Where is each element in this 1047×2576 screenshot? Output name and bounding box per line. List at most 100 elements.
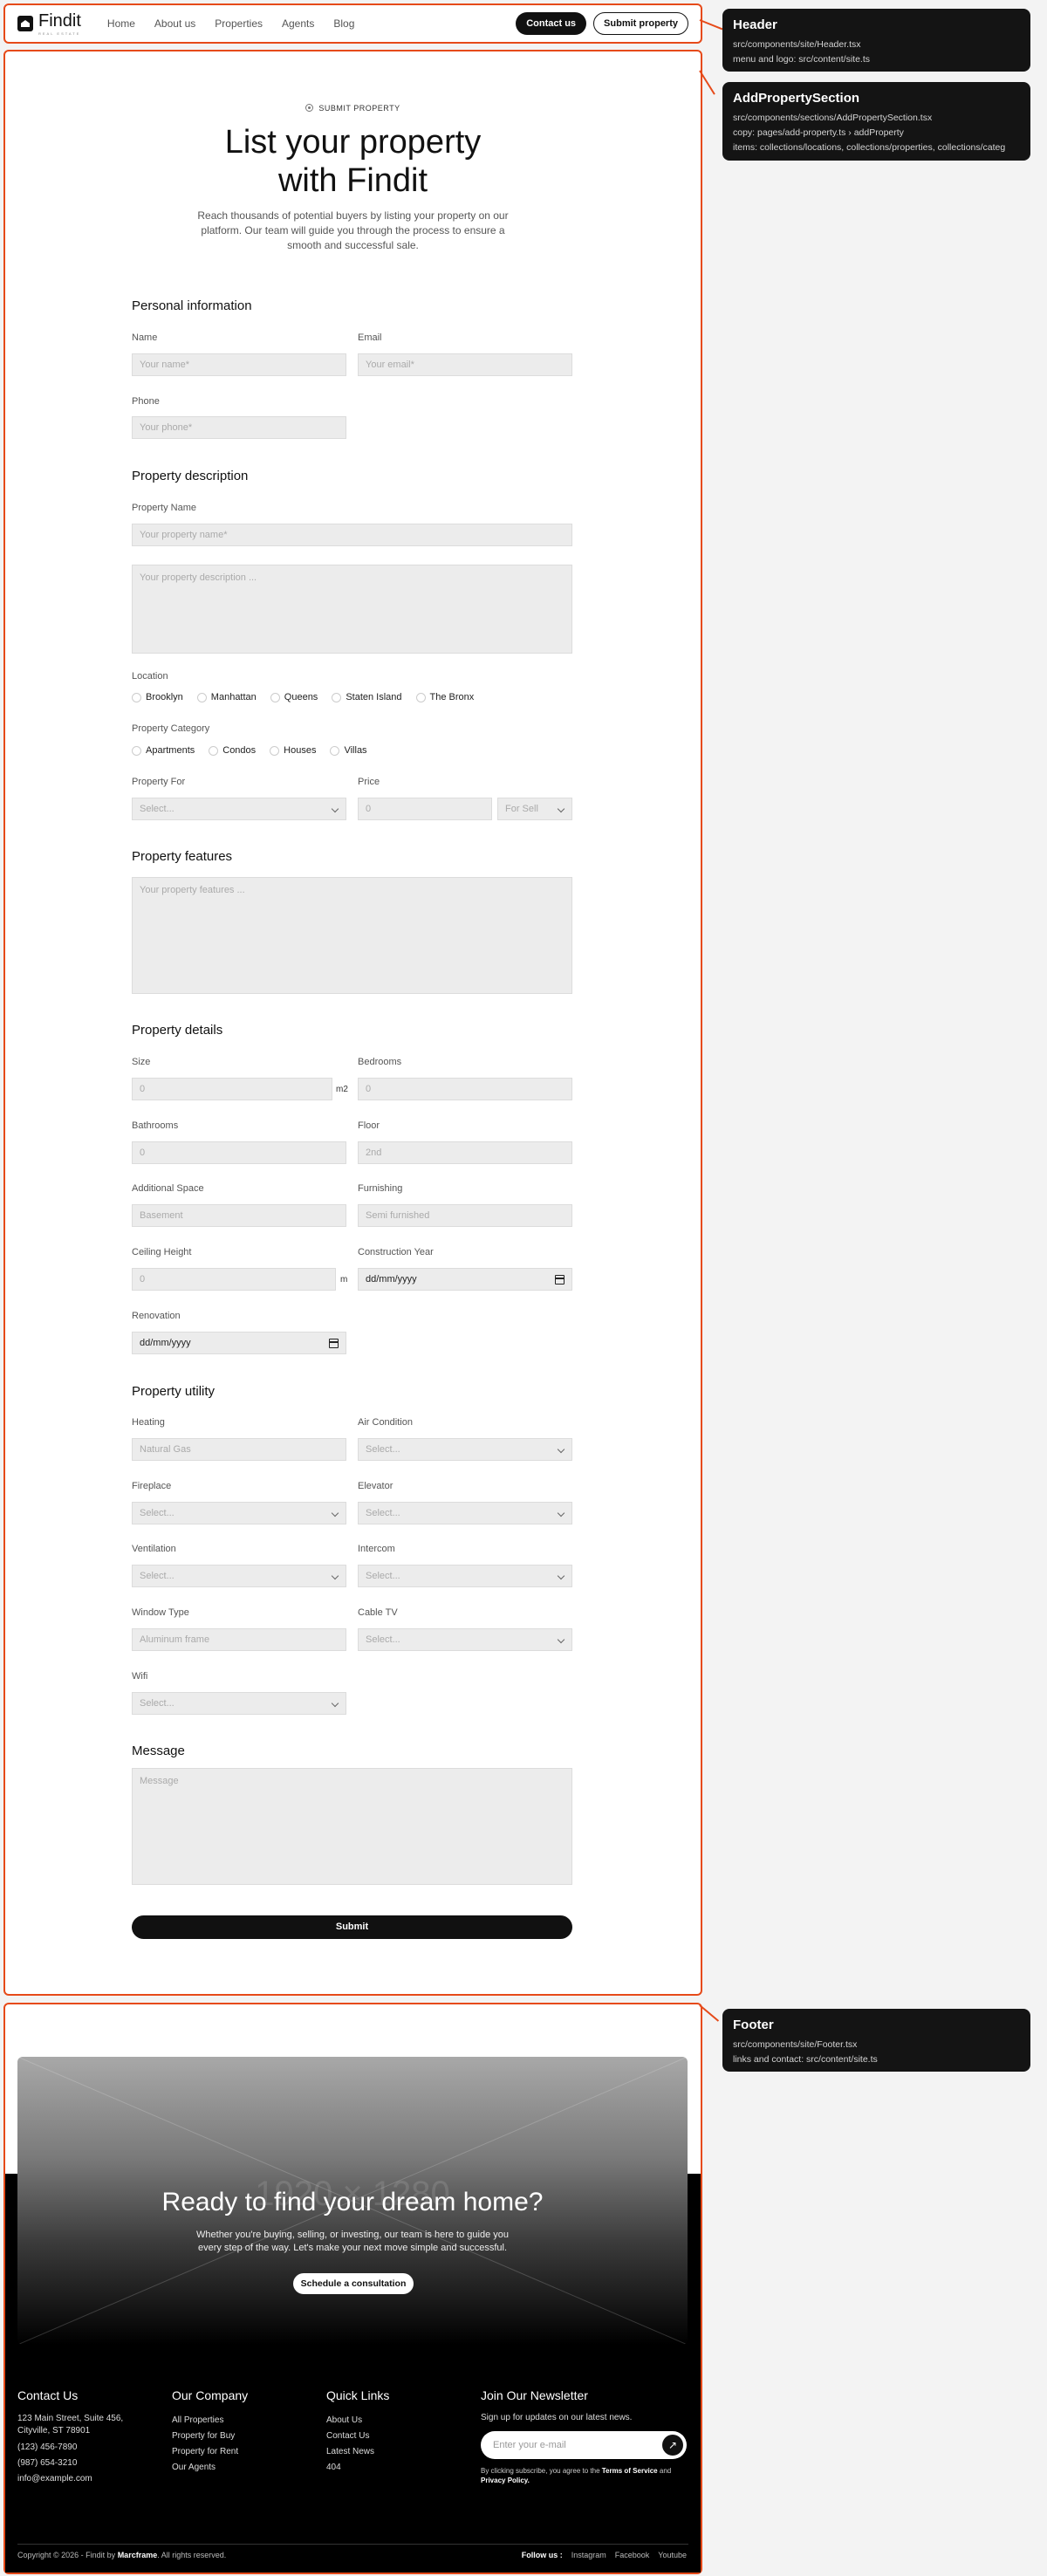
footer-heading: Quick Links [326, 2388, 390, 2402]
privacy-link[interactable]: Privacy Policy. [481, 2477, 530, 2484]
page-intro: Reach thousands of potential buyers by l… [197, 209, 509, 251]
submit-property-button[interactable]: Submit property [593, 12, 688, 35]
phone-label: Phone [132, 396, 160, 407]
cta-text: Whether you're buying, selling, or inves… [196, 2230, 509, 2253]
footer-quick-links: Quick Links About Us Contact Us Latest N… [326, 2388, 389, 2476]
furnishing-input[interactable]: Semi furnished [358, 1204, 572, 1227]
additional-space-input[interactable]: Basement [132, 1204, 346, 1227]
property-name-input[interactable]: Your property name* [132, 524, 572, 546]
footer-link[interactable]: Property for Buy [172, 2429, 248, 2444]
location-label: Location [132, 671, 168, 682]
contact-button[interactable]: Contact us [516, 12, 587, 35]
window-type-input[interactable]: Aluminum frame [132, 1628, 346, 1651]
size-input[interactable]: 0 [132, 1078, 332, 1100]
annotation-footer: Footer src/components/site/Footer.tsx li… [722, 2009, 1030, 2072]
header-arrow [699, 19, 723, 31]
renovation-date[interactable]: dd/mm/yyyy [132, 1332, 346, 1354]
bedrooms-input[interactable]: 0 [358, 1078, 572, 1100]
copyright: Copyright © 2026 - Findit by Marcframe. … [17, 2551, 227, 2559]
cable-tv-label: Cable TV [358, 1607, 398, 1618]
email-input[interactable]: Your email* [358, 353, 572, 376]
footer-link[interactable]: 404 [326, 2460, 389, 2476]
heating-input[interactable]: Natural Gas [132, 1438, 346, 1461]
footer-newsletter: Join Our Newsletter Sign up for updates … [481, 2388, 688, 2485]
target-icon [305, 104, 314, 112]
intercom-select[interactable]: Select... [358, 1565, 572, 1587]
nav-properties[interactable]: Properties [215, 17, 263, 30]
location-radio-brooklyn[interactable]: Brooklyn [132, 692, 183, 702]
youtube-link[interactable]: Youtube [658, 2551, 687, 2559]
follow-label: Follow us : [521, 2551, 563, 2559]
price-mode-select[interactable]: For Sell [497, 798, 572, 820]
footer-link[interactable]: Our Agents [172, 2460, 248, 2476]
property-for-label: Property For [132, 777, 186, 787]
category-radio-houses[interactable]: Houses [270, 745, 316, 756]
footer-link[interactable]: About Us [326, 2413, 389, 2429]
newsletter-text: Sign up for updates on our latest news. [481, 2413, 633, 2422]
nav-home[interactable]: Home [107, 17, 135, 30]
category-radio-condos[interactable]: Condos [209, 745, 256, 756]
house-icon [17, 16, 33, 31]
submit-button[interactable]: Submit [132, 1915, 572, 1939]
ceiling-height-input[interactable]: 0 [132, 1268, 336, 1291]
name-input[interactable]: Your name* [132, 353, 346, 376]
address-line: 123 Main Street, Suite 456, [17, 2414, 124, 2423]
logo[interactable]: Findit REAL ESTATE [17, 11, 81, 36]
site-footer: 1920 × 1280 Ready to find your dream hom… [5, 2004, 701, 2573]
main-nav: Home About us Properties Agents Blog [107, 17, 354, 30]
calendar-icon[interactable] [555, 1275, 565, 1285]
email-link[interactable]: info@example.com [17, 2471, 123, 2487]
instagram-link[interactable]: Instagram [571, 2551, 606, 2559]
features-textarea[interactable]: Your property features ... [132, 877, 572, 994]
message-textarea[interactable]: Message [132, 1768, 572, 1885]
eyebrow: SUBMIT PROPERTY [5, 104, 701, 113]
bathrooms-input[interactable]: 0 [132, 1141, 346, 1164]
location-radio-group: Brooklyn Manhattan Queens Staten Island … [132, 692, 474, 702]
property-for-select[interactable]: Select... [132, 798, 346, 820]
terms-link[interactable]: Terms of Service [602, 2467, 658, 2475]
nav-blog[interactable]: Blog [333, 17, 354, 30]
newsletter-email-input[interactable]: Enter your e-mail ↗ [481, 2431, 687, 2459]
fireplace-select[interactable]: Select... [132, 1502, 346, 1524]
location-radio-manhattan[interactable]: Manhattan [197, 692, 257, 702]
arrow-up-right-icon[interactable]: ↗ [662, 2435, 683, 2456]
ventilation-select[interactable]: Select... [132, 1565, 346, 1587]
construction-year-date[interactable]: dd/mm/yyyy [358, 1268, 572, 1291]
footer-divider [17, 2544, 688, 2545]
location-radio-bronx[interactable]: The Bronx [416, 692, 475, 702]
elevator-select[interactable]: Select... [358, 1502, 572, 1524]
message-heading: Message [132, 1744, 185, 1758]
property-description-textarea[interactable]: Your property description ... [132, 565, 572, 654]
location-radio-queens[interactable]: Queens [270, 692, 318, 702]
calendar-icon[interactable] [329, 1339, 339, 1348]
footer-link[interactable]: Property for Rent [172, 2444, 248, 2460]
category-radio-apartments[interactable]: Apartments [132, 745, 195, 756]
nav-agents[interactable]: Agents [282, 17, 314, 30]
wifi-select[interactable]: Select... [132, 1692, 346, 1715]
phone-input[interactable]: Your phone* [132, 416, 346, 439]
author-link[interactable]: Marcframe [118, 2551, 158, 2559]
window-type-label: Window Type [132, 1607, 189, 1618]
cable-tv-select[interactable]: Select... [358, 1628, 572, 1651]
details-heading: Property details [132, 1023, 223, 1038]
phone-link[interactable]: (123) 456-7890 [17, 2440, 123, 2456]
facebook-link[interactable]: Facebook [615, 2551, 650, 2559]
price-label: Price [358, 777, 380, 787]
price-input[interactable]: 0 [358, 798, 492, 820]
email-label: Email [358, 332, 382, 343]
footer-link[interactable]: Contact Us [326, 2429, 389, 2444]
intercom-label: Intercom [358, 1544, 395, 1554]
footer-link[interactable]: Latest News [326, 2444, 389, 2460]
nav-about[interactable]: About us [154, 17, 195, 30]
footer-heading: Join Our Newsletter [481, 2388, 588, 2402]
category-radio-villas[interactable]: Villas [330, 745, 366, 756]
schedule-consultation-button[interactable]: Schedule a consultation [293, 2273, 414, 2294]
footer-link[interactable]: All Properties [172, 2413, 248, 2429]
additional-space-label: Additional Space [132, 1183, 204, 1194]
annotation-header: Header src/components/site/Header.tsx me… [722, 9, 1030, 72]
air-condition-select[interactable]: Select... [358, 1438, 572, 1461]
phone-link[interactable]: (987) 654-3210 [17, 2456, 123, 2471]
utility-heading: Property utility [132, 1384, 216, 1399]
location-radio-staten-island[interactable]: Staten Island [332, 692, 401, 702]
floor-input[interactable]: 2nd [358, 1141, 572, 1164]
